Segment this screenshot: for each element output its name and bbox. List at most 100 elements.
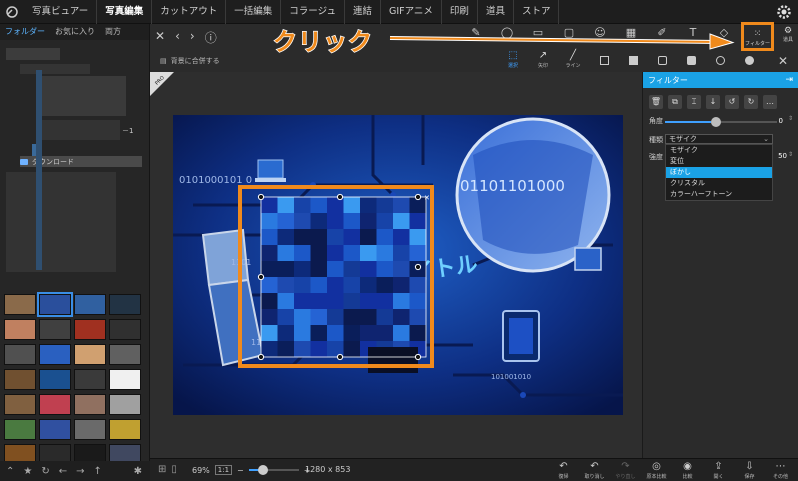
bottom-action-button[interactable]: ◎ 原本比較 [641, 460, 672, 481]
photo-thumbnail[interactable] [39, 394, 71, 415]
type-option[interactable]: カラーハーフトーン [666, 189, 772, 200]
type-option[interactable]: クリスタル [666, 178, 772, 189]
photo-thumbnail[interactable] [37, 292, 73, 317]
chevron-right-icon[interactable]: › [190, 29, 195, 46]
trash-icon[interactable]: 🗑 [649, 95, 663, 109]
pin-icon[interactable]: ⇥ [785, 75, 793, 85]
bottom-action-button[interactable]: ◉ 比較 [672, 460, 703, 481]
tab-both[interactable]: 両方 [100, 24, 126, 40]
photo-thumbnail[interactable] [109, 394, 141, 415]
back-arrow-icon[interactable]: ← [59, 466, 67, 477]
menu-item[interactable]: 連結 [345, 0, 381, 24]
photo-thumbnail[interactable] [4, 394, 36, 415]
menu-item[interactable]: 写真ビュアー [24, 0, 98, 24]
chevron-up-icon[interactable]: ⌃ [6, 466, 14, 477]
type-option[interactable]: モザイク [666, 145, 772, 156]
line-subtool[interactable]: ╱ ライン [562, 50, 584, 70]
up-arrow-icon[interactable]: ↑ [94, 466, 102, 477]
square-filled-option[interactable] [629, 56, 638, 65]
zoom-out-icon[interactable]: − [237, 466, 244, 475]
bottom-action-button[interactable]: ⋯ その他 [765, 460, 796, 481]
zoom-slider-knob[interactable] [257, 465, 268, 475]
star-icon[interactable]: ★ [23, 466, 32, 477]
app-logo-icon[interactable] [0, 0, 24, 24]
edited-photo[interactable]: 01101101000 0101000101 0 1101 11 イトル 101… [173, 115, 623, 415]
more-icon[interactable]: … [763, 95, 777, 109]
photo-thumbnail[interactable] [74, 394, 106, 415]
photo-thumbnail[interactable] [109, 294, 141, 315]
actual-size-button[interactable]: 1:1 [214, 465, 233, 475]
circle-outline-option[interactable] [716, 56, 725, 65]
order-down-icon[interactable]: ↓ [706, 95, 720, 109]
photo-thumbnail[interactable] [39, 344, 71, 365]
chevron-left-icon[interactable]: ‹ [175, 29, 180, 46]
grid-view-icon[interactable]: ⊞ [158, 464, 166, 475]
menu-item[interactable]: コラージュ [281, 0, 345, 24]
photo-thumbnail[interactable] [4, 294, 36, 315]
merge-to-background-button[interactable]: ▤ 背景に合併する [160, 56, 220, 66]
arrow-subtool[interactable]: ↗ 矢印 [532, 50, 554, 70]
bottom-action-button[interactable]: ⇩ 保存 [734, 460, 765, 481]
close-tool-icon[interactable]: ✕ [778, 54, 788, 68]
zoom-percent[interactable]: 69% [192, 466, 210, 475]
menu-item[interactable]: 写真編集 [97, 0, 153, 24]
menu-item[interactable]: GIFアニメ [381, 0, 442, 24]
photo-thumbnail[interactable] [4, 419, 36, 440]
photo-thumbnail[interactable] [109, 419, 141, 440]
split-view-icon[interactable]: ▯ [171, 464, 177, 475]
photo-thumbnail[interactable] [109, 369, 141, 390]
photo-thumbnail[interactable] [74, 294, 106, 315]
rounded-filled-option[interactable] [687, 56, 696, 65]
rotate-left-icon[interactable]: ↺ [725, 95, 739, 109]
photo-thumbnail[interactable] [109, 344, 141, 365]
bottom-action-button[interactable]: ↷ やり直し [610, 460, 641, 481]
photo-thumbnail[interactable] [4, 319, 36, 340]
menu-item[interactable]: 道具 [478, 0, 514, 24]
bottom-action-button[interactable]: ↶ 取り消し [579, 460, 610, 481]
menu-item[interactable]: ストア [514, 0, 560, 24]
angle-stepper-icon[interactable]: ⇕ [788, 115, 793, 122]
arrow-icon: ↗ [538, 50, 548, 61]
duplicate-icon[interactable]: ⧉ [668, 95, 682, 109]
bottom-action-button[interactable]: ↶ 復帰 [548, 460, 579, 481]
rounded-square-option[interactable] [658, 56, 667, 65]
rotate-right-icon[interactable]: ↻ [744, 95, 758, 109]
photo-thumbnail[interactable] [74, 319, 106, 340]
menu-item[interactable]: 一括編集 [226, 0, 282, 24]
angle-value[interactable]: 0 [767, 117, 783, 127]
photo-thumbnail[interactable] [39, 319, 71, 340]
circle-filled-option[interactable] [745, 56, 754, 65]
angle-slider-knob[interactable] [711, 117, 721, 127]
photo-thumbnail[interactable] [109, 319, 141, 340]
align-icon[interactable]: ⌶ [687, 95, 701, 109]
zoom-slider[interactable] [248, 465, 299, 475]
strength-stepper-icon[interactable]: ⇕ [788, 151, 793, 158]
strength-value[interactable]: 50 [771, 152, 787, 162]
select-subtool[interactable]: ⬚ 選択 [502, 50, 524, 70]
photo-thumbnail[interactable] [74, 419, 106, 440]
square-outline-option[interactable] [600, 56, 609, 65]
canvas-area[interactable]: PRO 01101101000 0101000101 0 1101 11 イトル… [150, 72, 642, 458]
photo-thumbnail[interactable] [74, 369, 106, 390]
settings-gear-icon[interactable] [776, 4, 792, 20]
type-option[interactable]: 変位 [666, 156, 772, 167]
menu-item[interactable]: カットアウト [152, 0, 227, 24]
close-icon[interactable]: ✕ [155, 29, 165, 46]
tab-folder[interactable]: フォルダー [0, 24, 50, 40]
photo-thumbnail[interactable] [39, 369, 71, 390]
photo-thumbnail[interactable] [4, 344, 36, 365]
menu-item[interactable]: 印刷 [442, 0, 478, 24]
bottom-action-button[interactable]: ⇪ 開く [703, 460, 734, 481]
type-select[interactable]: モザイク ⌄ [665, 134, 773, 144]
tools-button[interactable]: ⚙ 道具 [779, 26, 797, 43]
photo-thumbnail[interactable] [39, 419, 71, 440]
forward-arrow-icon[interactable]: → [76, 466, 84, 477]
tab-favorites[interactable]: お気に入り [50, 24, 100, 40]
refresh-icon[interactable]: ↻ [41, 466, 49, 477]
gear-icon[interactable]: ✱ [134, 466, 142, 477]
type-option[interactable]: ぼかし [666, 167, 772, 178]
photo-thumbnail[interactable] [74, 344, 106, 365]
photo-thumbnail[interactable] [4, 369, 36, 390]
filter-button[interactable]: ⁙ フィルター [741, 22, 774, 51]
info-icon[interactable]: ⓘ [205, 29, 217, 46]
